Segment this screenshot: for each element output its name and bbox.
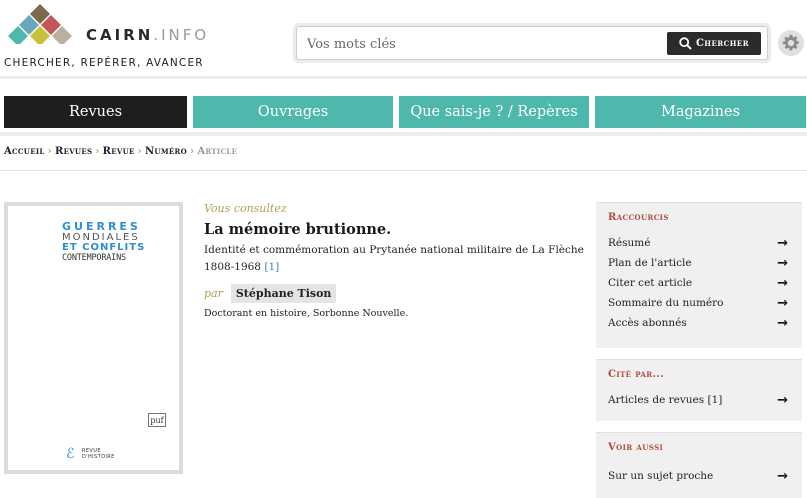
breadcrumb-accueil[interactable]: Accueil	[4, 146, 45, 157]
search-button[interactable]: Chercher	[667, 32, 761, 55]
shortcuts-panel: Raccourcis Résumé → Plan de l'article → …	[596, 202, 802, 348]
brand-name-main: CAIRN	[86, 26, 154, 44]
breadcrumb-revues[interactable]: Revues	[55, 146, 92, 157]
cover-title-line-4: CONTEMPORAINS	[62, 253, 126, 263]
chevron-right-icon: ›	[95, 146, 100, 157]
article-subtitle-text: Identité et commémoration au Prytanée na…	[204, 244, 584, 273]
shortcut-label: Résumé	[608, 237, 651, 249]
breadcrumb-numero[interactable]: Numéro	[145, 146, 187, 157]
cover-title-line-3: ET CONFLITS	[62, 242, 146, 253]
arrow-right-icon: →	[777, 275, 788, 291]
brand-tagline: CHERCHER, REPÉRER, AVANCER	[4, 57, 204, 69]
tab-magazines[interactable]: Magazines	[595, 96, 806, 128]
cited-by-heading: Cité par...	[608, 369, 665, 380]
author-affiliation: Doctorant en histoire, Sorbonne Nouvelle…	[204, 308, 409, 319]
shortcut-plan[interactable]: Plan de l'article →	[608, 253, 788, 273]
author-link[interactable]: Stéphane Tison	[230, 284, 337, 303]
shortcut-acces[interactable]: Accès abonnés →	[608, 313, 788, 333]
publisher-logo: puf	[148, 413, 166, 427]
tab-que-sais-je[interactable]: Que sais-je ? / Repères	[399, 96, 589, 128]
arrow-right-icon: →	[777, 255, 788, 271]
cairn-logo-mark-icon	[8, 4, 72, 44]
arrow-right-icon: →	[777, 315, 788, 331]
chevron-right-icon: ›	[47, 146, 52, 157]
shortcuts-heading: Raccourcis	[608, 212, 669, 223]
arrow-right-icon: →	[777, 235, 788, 251]
imprint-logo: ℰ REVUE D'HISTOIRE	[66, 446, 126, 466]
breadcrumb-revue[interactable]: Revue	[103, 146, 135, 157]
tab-revues[interactable]: Revues	[4, 96, 187, 128]
breadcrumb: Accueil › Revues › Revue › Numéro › Arti…	[4, 146, 237, 157]
shortcut-label: Citer cet article	[608, 277, 693, 289]
shortcut-label: Sommaire du numéro	[608, 297, 724, 309]
article-title: La mémoire brutionne.	[204, 221, 392, 238]
consult-label: Vous consultez	[204, 202, 287, 215]
see-also-heading: Voir aussi	[608, 442, 664, 453]
author-row: par Stéphane Tison	[204, 284, 588, 303]
brand-name-suffix: .INFO	[153, 26, 210, 44]
cited-by-label: Articles de revues [1]	[608, 394, 723, 406]
search-bar: Chercher	[296, 26, 768, 60]
cited-by-panel: Cité par... Articles de revues [1] →	[596, 359, 802, 421]
arrow-right-icon: →	[777, 295, 788, 311]
journal-cover-image: GUERRES MONDIALES ET CONFLITS CONTEMPORA…	[12, 210, 175, 466]
header-divider	[0, 76, 807, 79]
chevron-right-icon: ›	[137, 146, 142, 157]
shortcuts-list: Résumé → Plan de l'article → Citer cet a…	[608, 233, 788, 333]
breadcrumb-current: Article	[197, 146, 238, 157]
shortcut-resume[interactable]: Résumé →	[608, 233, 788, 253]
chevron-right-icon: ›	[190, 146, 195, 157]
main-nav: Revues Ouvrages Que sais-je ? / Repères …	[4, 96, 807, 128]
article-info: Vous consultez La mémoire brutionne. Ide…	[204, 202, 588, 319]
by-label: par	[204, 287, 223, 300]
search-icon	[679, 37, 692, 50]
article-subtitle: Identité et commémoration au Prytanée na…	[204, 242, 588, 276]
search-input[interactable]	[307, 33, 657, 55]
shortcut-label: Accès abonnés	[608, 317, 687, 329]
footnote-ref-link[interactable]: [1]	[264, 261, 279, 273]
brand-name: CAIRN.INFO	[86, 26, 209, 44]
search-button-label: Chercher	[695, 38, 750, 49]
cited-by-articles[interactable]: Articles de revues [1] →	[608, 390, 788, 410]
settings-button[interactable]	[778, 30, 804, 56]
arrow-right-icon: →	[777, 392, 788, 408]
shortcut-label: Plan de l'article	[608, 257, 692, 269]
arrow-right-icon: →	[777, 468, 788, 484]
shortcut-citer[interactable]: Citer cet article →	[608, 273, 788, 293]
imprint-mark-icon: ℰ	[66, 446, 75, 462]
cited-by-list: Articles de revues [1] →	[608, 390, 788, 410]
cairn-logo[interactable]: CAIRN.INFO CHERCHER, REPÉRER, AVANCER	[4, 2, 206, 72]
see-also-related[interactable]: Sur un sujet proche →	[608, 466, 788, 486]
see-also-panel: Voir aussi Sur un sujet proche →	[596, 432, 802, 498]
gear-icon	[782, 34, 799, 51]
see-also-label: Sur un sujet proche	[608, 470, 714, 482]
nav-divider	[0, 132, 807, 136]
journal-cover[interactable]: GUERRES MONDIALES ET CONFLITS CONTEMPORA…	[4, 202, 183, 474]
see-also-list: Sur un sujet proche →	[608, 466, 788, 486]
tab-ouvrages[interactable]: Ouvrages	[193, 96, 393, 128]
imprint-line-2: D'HISTOIRE	[82, 454, 115, 460]
shortcut-sommaire[interactable]: Sommaire du numéro →	[608, 293, 788, 313]
imprint-text: REVUE D'HISTOIRE	[82, 448, 115, 460]
breadcrumb-divider	[0, 170, 807, 171]
